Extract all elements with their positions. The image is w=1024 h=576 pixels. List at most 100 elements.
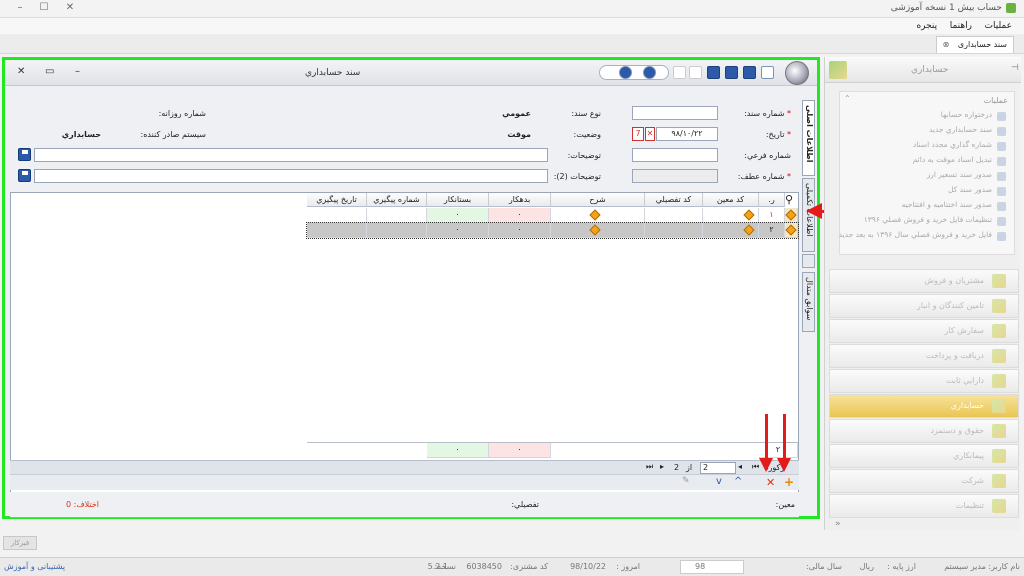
cell-tracking-date[interactable]	[307, 208, 367, 223]
save-close-icon[interactable]	[707, 66, 720, 79]
table-row[interactable]: ۱ ۰ ۰	[307, 208, 798, 223]
sidebar-header: حسابداري ⊣	[825, 57, 1021, 83]
save-icon[interactable]	[743, 66, 756, 79]
col-moein-code[interactable]: کد معين	[703, 193, 759, 207]
sidebar-item-payroll[interactable]: حقوق و دستمزد	[829, 419, 1019, 443]
edit-row-icon[interactable]: ✎	[682, 476, 690, 486]
pager-current-input[interactable]: 2	[700, 462, 736, 474]
new-document-icon[interactable]	[761, 66, 774, 79]
toolbar-combo[interactable]	[599, 65, 669, 80]
cell-tracking-number[interactable]	[367, 208, 427, 223]
save-new-icon[interactable]	[725, 66, 738, 79]
pager-next-icon[interactable]: ▸	[660, 462, 664, 471]
pager-last-icon[interactable]: ⏭	[646, 462, 653, 472]
print-icon[interactable]	[673, 66, 686, 79]
cell-debit[interactable]: ۰	[489, 223, 551, 238]
cell-credit[interactable]: ۰	[427, 208, 489, 223]
sidebar-item-accounting[interactable]: حسابداري	[829, 394, 1019, 418]
col-tracking-number[interactable]: شماره پيگيري	[367, 193, 427, 207]
expand-more-icon[interactable]: »	[835, 519, 841, 529]
description-input[interactable]	[34, 148, 548, 162]
sub-number-input[interactable]	[632, 148, 718, 162]
doc-number-input[interactable]	[632, 106, 718, 120]
tab-notes[interactable]	[802, 254, 815, 268]
cell-tracking-date[interactable]	[307, 223, 367, 238]
add-row-icon[interactable]: +	[784, 475, 794, 489]
op-convert-temp[interactable]: تبديل اسناد موقت به دائم	[836, 155, 1006, 167]
calendar-icon[interactable]: 7	[632, 127, 644, 141]
lookup-icon[interactable]	[743, 224, 755, 236]
cell-tafsili[interactable]	[645, 223, 703, 238]
menu-window[interactable]: پنجره	[916, 18, 937, 34]
description2-input[interactable]	[34, 169, 548, 183]
description-label: توضيحات:	[567, 151, 601, 160]
pager-prev-icon[interactable]: ◂	[738, 462, 742, 471]
date-field[interactable]: 7 ✕ ۹۸/۱۰/۲۲	[632, 127, 718, 141]
op-seasonal-settings[interactable]: تنظيمات فايل خريد و فروش فصلي ۱۳۹۶	[836, 215, 1006, 227]
grid-search-icon[interactable]: ⚲	[785, 194, 797, 206]
copy-icon[interactable]	[689, 66, 702, 79]
cell-tracking-number[interactable]	[367, 223, 427, 238]
cell-debit[interactable]: ۰	[489, 208, 551, 223]
sidebar-item-sales[interactable]: مشتريان و فروش	[829, 269, 1019, 293]
app-title-bar: حساب بیش 1 نسخه آموزشی – ☐ ✕	[0, 0, 1024, 18]
sidebar-item-work-order[interactable]: سفارش کار	[829, 319, 1019, 343]
cell-tafsili[interactable]	[645, 208, 703, 223]
app-close-button[interactable]: ✕	[56, 2, 84, 16]
lookup-icon[interactable]	[589, 209, 601, 221]
op-chart-of-accounts[interactable]: درختواره حسابها	[836, 110, 1006, 122]
doc-type-value: عمومي	[502, 109, 531, 118]
receipts-icon	[992, 349, 1006, 363]
help-icon[interactable]	[643, 66, 656, 79]
cell-credit[interactable]: ۰	[427, 223, 489, 238]
move-up-icon[interactable]: ^	[734, 476, 742, 487]
op-seasonal-file[interactable]: فايل خريد و فروش فصلي سال ۱۳۹۶ به بعد جد…	[836, 230, 1006, 252]
menu-operations[interactable]: عملیات	[985, 18, 1012, 34]
op-fx-voucher[interactable]: صدور سند تسعير ارز	[836, 170, 1006, 182]
lookup-icon[interactable]	[589, 224, 601, 236]
fiscal-year-selector[interactable]: 98	[680, 560, 744, 574]
sidebar-item-receipts[interactable]: دريافت و پرداخت	[829, 344, 1019, 368]
tab-accounting-voucher[interactable]: سند حسابداری ⊗	[935, 36, 1014, 53]
col-tracking-date[interactable]: تاريخ پيگيري	[307, 193, 367, 207]
sidebar-item-contracting[interactable]: پيمانکاري	[829, 444, 1019, 468]
save-description-icon[interactable]	[18, 148, 31, 161]
op-icon	[997, 112, 1006, 121]
save-description2-icon[interactable]	[18, 169, 31, 182]
op-renumber[interactable]: شماره گذاري مجدد اسناد	[836, 140, 1006, 152]
op-closing-opening[interactable]: صدور سند اختتاميه و افتتاحيه	[836, 200, 1006, 212]
table-row-selected[interactable]: ۲ ۰ ۰	[306, 222, 799, 239]
sidebar-item-suppliers[interactable]: تامين کنندگان و انبار	[829, 294, 1019, 318]
window-minimize-button[interactable]: –	[75, 66, 80, 77]
support-link[interactable]: پشتیبانی و آموزش	[4, 562, 65, 571]
move-down-icon[interactable]: v	[716, 476, 722, 487]
ref-number-input[interactable]	[632, 169, 718, 183]
calc-button[interactable]: فیزکار	[3, 536, 37, 550]
window-close-button[interactable]: ✕	[17, 66, 25, 77]
collapse-icon[interactable]: ⌃	[844, 94, 851, 103]
col-debit[interactable]: بدهکار	[489, 193, 551, 207]
menu-help[interactable]: راهنما	[950, 18, 972, 34]
sidebar-item-assets[interactable]: دارايي ثابت	[829, 369, 1019, 393]
clear-date-icon[interactable]: ✕	[645, 127, 655, 141]
annotation-arrow-head	[759, 458, 773, 472]
lookup-icon[interactable]	[743, 209, 755, 221]
tab-main-info[interactable]: اطلاعات اصلی	[802, 100, 815, 176]
sidebar-item-company[interactable]: شرکت	[829, 469, 1019, 493]
op-summary-voucher[interactable]: صدور سند کل	[836, 185, 1006, 197]
date-input[interactable]: ۹۸/۱۰/۲۲	[656, 127, 718, 141]
delete-row-icon[interactable]: ✕	[766, 476, 775, 489]
col-credit[interactable]: بستانکار	[427, 193, 489, 207]
col-tafsili-code[interactable]: کد تفصيلي	[645, 193, 703, 207]
summary-debit: ۰	[489, 443, 551, 458]
settings-icon[interactable]	[619, 66, 632, 79]
window-restore-button[interactable]: ▭	[45, 66, 54, 77]
app-maximize-button[interactable]: ☐	[30, 2, 58, 16]
tab-history[interactable]: سوابق متدال	[802, 272, 815, 332]
tab-close-icon[interactable]: ⊗	[943, 40, 950, 49]
sidebar-item-settings[interactable]: تنظيمات	[829, 494, 1019, 518]
col-row-number[interactable]: ر.	[759, 193, 785, 207]
pin-icon[interactable]: ⊣	[1011, 63, 1019, 73]
col-description[interactable]: شرح	[551, 193, 645, 207]
op-new-voucher[interactable]: سند حسابداري جديد	[836, 125, 1006, 137]
